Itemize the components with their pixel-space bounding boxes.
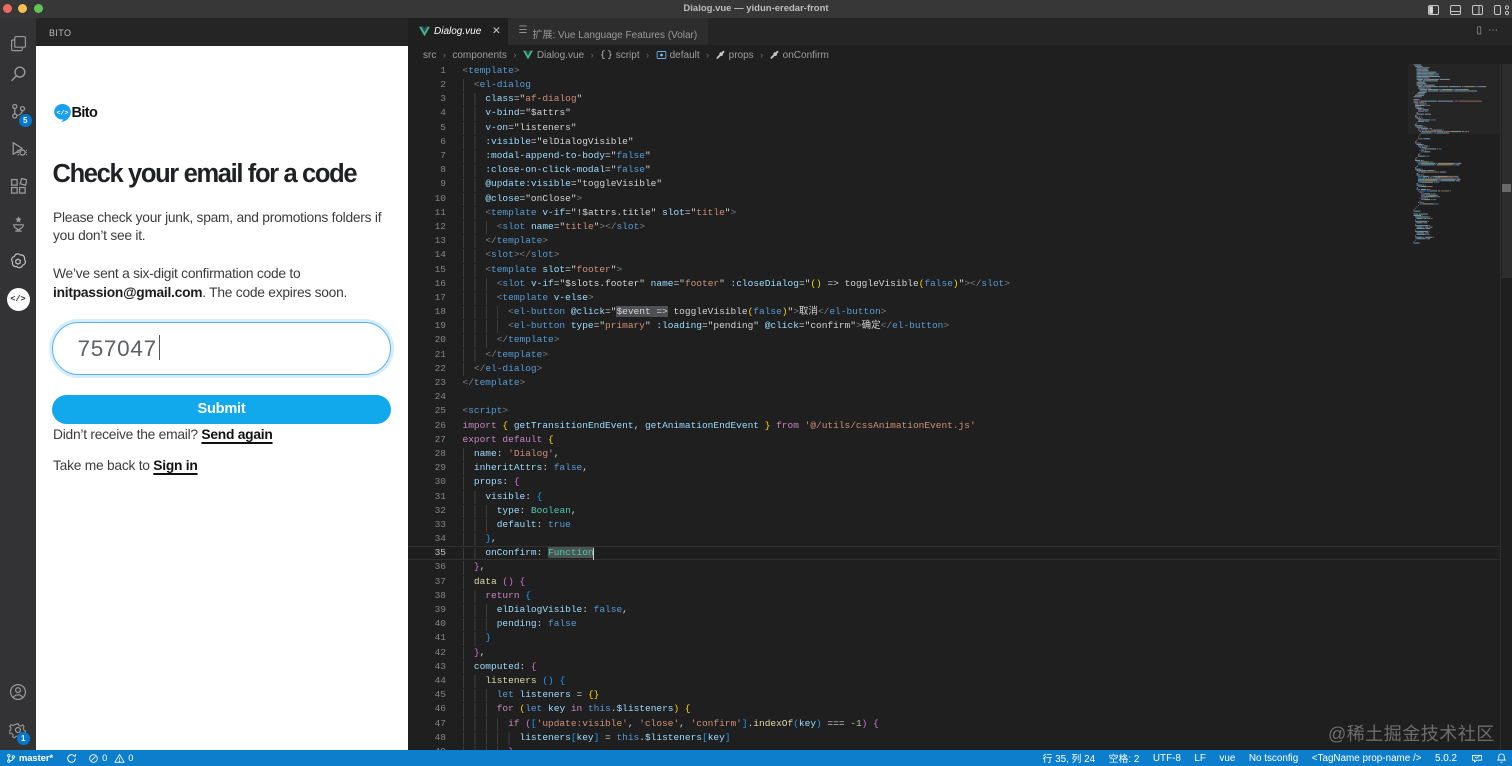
svg-text:</>: </>: [56, 110, 68, 118]
